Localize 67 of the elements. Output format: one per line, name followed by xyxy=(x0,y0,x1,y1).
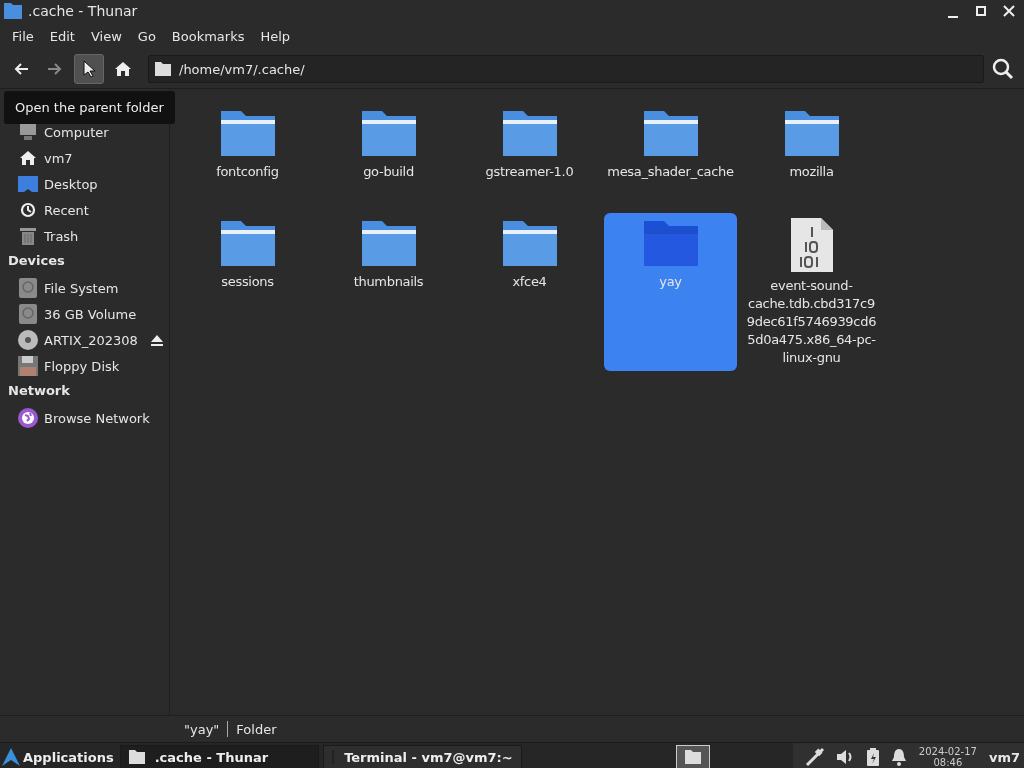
sidebar-item[interactable]: Computer xyxy=(44,124,169,140)
location-field[interactable]: /home/vm7/.cache/ xyxy=(148,55,984,83)
eject-icon[interactable] xyxy=(151,334,163,346)
section-heading: Network xyxy=(7,382,71,400)
search-icon xyxy=(992,58,1014,80)
back-arrow-icon xyxy=(13,62,29,76)
home-icon xyxy=(115,62,131,76)
sidebar-item[interactable]: Recent xyxy=(44,202,169,218)
cursor-icon xyxy=(83,60,95,78)
sidebar-item[interactable]: Floppy Disk xyxy=(44,358,169,374)
parent-folder-button[interactable] xyxy=(74,54,104,84)
minimize-icon xyxy=(948,16,958,18)
document-tile[interactable]: event-sound-cache.tdb.cbd317c99dec61f5746939cd65d0a475.x86_64-pc-linux-gnu xyxy=(745,213,878,373)
binary-file-icon xyxy=(788,217,835,273)
battery-icon[interactable] xyxy=(866,748,879,766)
computer-icon xyxy=(18,123,38,141)
folder-tile[interactable]: sessions xyxy=(181,213,314,315)
folder-tile[interactable]: thumbnails xyxy=(322,213,455,315)
forward-arrow-icon xyxy=(47,62,63,76)
folder-icon xyxy=(155,62,171,76)
menu-item[interactable]: Bookmarks xyxy=(163,28,253,44)
taskbar-button[interactable]: .cache - Thunar xyxy=(119,745,319,768)
folder-tile[interactable]: fontconfig xyxy=(181,103,314,205)
clock[interactable]: 2024-02-17 08:46 xyxy=(918,746,977,768)
folder-tile[interactable]: xfce4 xyxy=(463,213,596,315)
sidebar-item[interactable]: Desktop xyxy=(44,176,169,192)
clock-icon xyxy=(20,202,36,218)
folder-tile[interactable]: gstreamer-1.0 xyxy=(463,103,596,205)
section-heading: Devices xyxy=(7,252,66,270)
folder-icon xyxy=(128,750,145,764)
folder-icon xyxy=(4,3,22,19)
window-title: .cache - Thunar xyxy=(28,3,138,19)
sidebar-item[interactable]: vm7 xyxy=(44,150,169,166)
sidebar-item[interactable]: ARTIX_202308 xyxy=(44,332,145,348)
drive-icon xyxy=(19,304,37,324)
disc-icon xyxy=(18,330,38,350)
taskbar-button[interactable]: Terminal - vm7@vm7:~ xyxy=(322,745,522,768)
status-text: Folder xyxy=(236,721,277,737)
logo-icon xyxy=(2,748,20,766)
bell-icon[interactable] xyxy=(890,748,907,766)
drive-icon xyxy=(19,278,37,298)
folder-icon xyxy=(684,750,701,764)
trash-icon xyxy=(20,227,36,245)
home-icon xyxy=(20,151,36,165)
user-name[interactable]: vm7 xyxy=(988,749,1020,765)
menu-item[interactable]: View xyxy=(82,28,130,44)
menu-item[interactable]: Edit xyxy=(41,28,83,44)
sidebar-item[interactable]: 36 GB Volume xyxy=(44,306,169,322)
close-icon xyxy=(1003,5,1015,17)
workspace-switcher[interactable] xyxy=(675,745,710,768)
desktop-icon xyxy=(18,176,38,192)
menu-item[interactable]: Go xyxy=(129,28,164,44)
applications-menu-button[interactable]: Applications xyxy=(0,748,116,766)
menu-item[interactable]: File xyxy=(4,28,42,44)
folder-tile[interactable]: go-build xyxy=(322,103,455,205)
sidebar-item[interactable]: Trash xyxy=(44,228,169,244)
folder-tile[interactable]: mesa_shader_cache xyxy=(604,103,737,205)
status-text: "yay" xyxy=(184,721,220,737)
floppy-icon xyxy=(18,356,38,376)
sidebar-item[interactable]: Browse Network xyxy=(44,410,169,426)
network-plug-icon[interactable] xyxy=(804,747,825,767)
tooltip: Open the parent folder xyxy=(4,91,175,124)
maximize-icon xyxy=(976,6,986,16)
sidebar-item[interactable]: File System xyxy=(44,280,169,296)
menu-item[interactable]: Help xyxy=(252,28,299,44)
globe-icon xyxy=(18,408,38,428)
folder-tile[interactable]: mozilla xyxy=(745,103,878,205)
